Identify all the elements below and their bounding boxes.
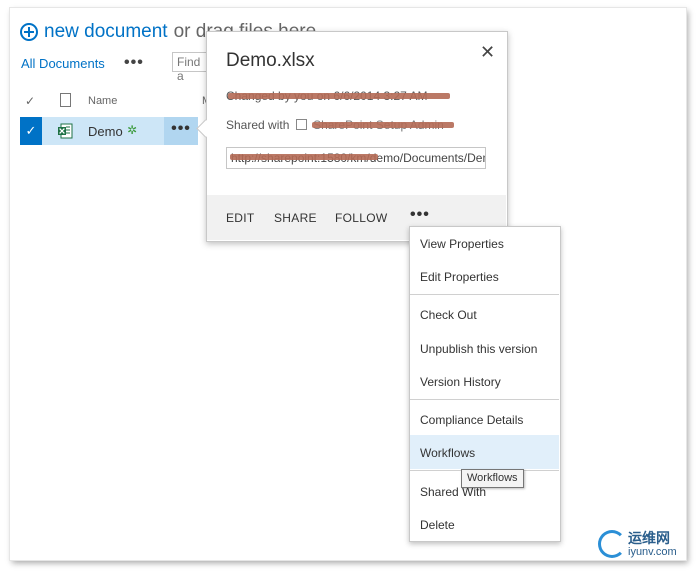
menu-item-view-properties[interactable]: View Properties [420,237,504,251]
row-select-checkmark-icon[interactable]: ✓ [20,117,42,145]
open-menu-icon[interactable]: ••• [164,117,198,145]
menu-item-edit-properties[interactable]: Edit Properties [420,270,499,284]
callout-title: Demo.xlsx [226,50,315,71]
menu-item-workflows[interactable]: Workflows [420,446,475,460]
menu-item-check-out[interactable]: Check Out [420,308,477,322]
add-icon[interactable] [20,23,38,41]
redaction-mark [228,93,450,99]
redaction-mark [312,122,454,128]
watermark-en-text: iyunv.com [628,546,677,558]
edit-button[interactable]: EDIT [226,211,255,225]
redaction-mark [230,154,378,160]
new-document-link[interactable]: new document [44,21,168,43]
new-item-icon: ✲ [127,123,138,137]
menu-item-compliance-details[interactable]: Compliance Details [420,413,523,427]
document-type-icon [60,93,71,107]
menu-item-version-history[interactable]: Version History [420,375,501,389]
share-button[interactable]: SHARE [274,211,317,225]
watermark-logo-icon [598,530,626,558]
view-more-icon[interactable]: ••• [124,54,144,72]
person-presence-icon [295,119,307,130]
view-selector-all-documents[interactable]: All Documents [21,56,105,71]
menu-divider [410,399,559,400]
select-all-checkmark-icon[interactable]: ✓ [25,94,35,108]
shared-with-label: Shared with [226,118,290,132]
column-header-name[interactable]: Name [88,95,117,107]
close-icon[interactable]: ✕ [480,42,495,63]
more-actions-icon[interactable]: ••• [410,206,430,224]
site-watermark: 运维网 iyunv.com [598,524,692,564]
menu-item-delete[interactable]: Delete [420,518,455,532]
workflows-tooltip: Workflows [461,469,524,488]
menu-item-unpublish-version[interactable]: Unpublish this version [420,342,537,356]
watermark-cn-text: 运维网 [628,530,670,546]
follow-button[interactable]: FOLLOW [335,211,387,225]
file-name-link[interactable]: Demo [88,124,123,139]
menu-divider [410,294,559,295]
excel-file-icon [58,123,73,139]
